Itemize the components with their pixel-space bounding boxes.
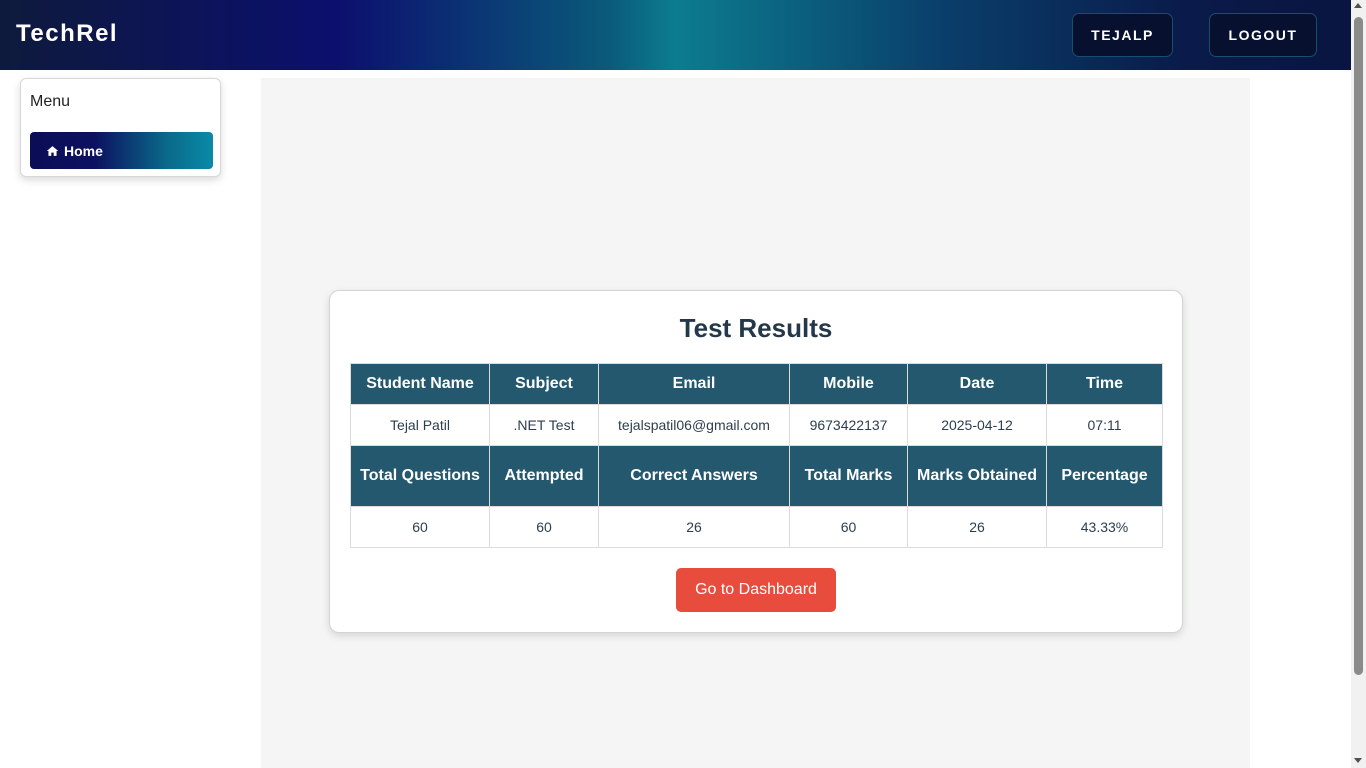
header-email: Email — [598, 363, 790, 405]
user-button[interactable]: TEJALP — [1072, 13, 1173, 57]
header-marks-obtained: Marks Obtained — [907, 445, 1047, 507]
scrollbar-thumb[interactable] — [1354, 17, 1363, 675]
brand-logo[interactable]: TechRel — [16, 20, 118, 48]
test-results-card: Test Results Student Name Subject Email … — [329, 290, 1183, 633]
sidebar-item-label: Home — [64, 142, 103, 159]
header-attempted: Attempted — [489, 445, 599, 507]
sidebar-item-home[interactable]: Home — [30, 132, 213, 169]
header-date: Date — [907, 363, 1047, 405]
cell-correct-answers: 26 — [598, 506, 790, 548]
table-header-row: Total Questions Attempted Correct Answer… — [350, 445, 1163, 507]
go-to-dashboard-button[interactable]: Go to Dashboard — [676, 568, 836, 612]
header-mobile: Mobile — [789, 363, 908, 405]
cell-mobile: 9673422137 — [789, 404, 908, 446]
table-header-row: Student Name Subject Email Mobile Date T… — [350, 363, 1163, 405]
header-subject: Subject — [489, 363, 599, 405]
header-time: Time — [1046, 363, 1163, 405]
cell-time: 07:11 — [1046, 404, 1163, 446]
logout-button[interactable]: LOGOUT — [1209, 13, 1317, 57]
cell-marks-obtained: 26 — [907, 506, 1047, 548]
home-icon — [46, 145, 59, 156]
scroll-down-arrow-icon[interactable] — [1354, 758, 1362, 763]
cell-date: 2025-04-12 — [907, 404, 1047, 446]
cell-attempted: 60 — [489, 506, 599, 548]
header-total-marks: Total Marks — [789, 445, 908, 507]
table-row: Tejal Patil .NET Test tejalspatil06@gmai… — [350, 404, 1163, 446]
cell-total-marks: 60 — [789, 506, 908, 548]
cell-subject: .NET Test — [489, 404, 599, 446]
header-percentage: Percentage — [1046, 445, 1163, 507]
cell-percentage: 43.33% — [1046, 506, 1163, 548]
cell-student-name: Tejal Patil — [350, 404, 490, 446]
header-correct-answers: Correct Answers — [598, 445, 790, 507]
cell-email: tejalspatil06@gmail.com — [598, 404, 790, 446]
sidebar-menu: Menu Home — [20, 78, 221, 177]
cell-total-questions: 60 — [350, 506, 490, 548]
scroll-up-arrow-icon[interactable] — [1354, 3, 1362, 8]
top-navbar: TechRel TEJALP LOGOUT — [0, 0, 1351, 70]
results-table: Student Name Subject Email Mobile Date T… — [350, 363, 1163, 548]
menu-title: Menu — [30, 93, 71, 110]
table-row: 60 60 26 60 26 43.33% — [350, 506, 1163, 548]
header-student-name: Student Name — [350, 363, 490, 405]
header-total-questions: Total Questions — [350, 445, 490, 507]
page-title: Test Results — [679, 313, 833, 343]
